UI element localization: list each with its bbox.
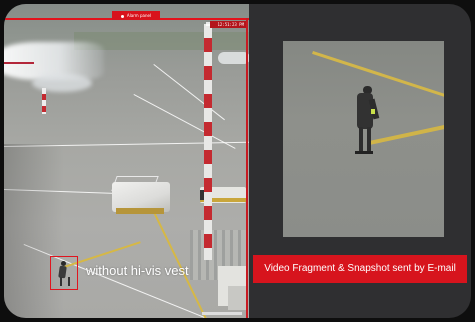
camera-view[interactable]: without hi-vis vest Alarm panel 12:51:23…	[4, 4, 249, 318]
email-notice-banner: Video Fragment & Snapshot sent by E-mail	[253, 255, 467, 283]
timestamp: 12:51:23 PM	[210, 21, 246, 28]
detection-bounding-box[interactable]	[50, 256, 78, 290]
snapshot-person-feet	[355, 151, 373, 154]
detection-label: without hi-vis vest	[86, 263, 189, 278]
taxi-line-yellow	[369, 124, 444, 145]
alarm-panel-label: Alarm panel	[126, 13, 152, 18]
video-analytics-frame: without hi-vis vest Alarm panel 12:51:23…	[4, 4, 471, 318]
airplane-engine	[32, 74, 92, 92]
snapshot-person-badge	[371, 109, 375, 114]
apron-marking	[153, 64, 225, 121]
apron-marking	[133, 94, 236, 149]
snapshot-thumbnail[interactable]	[283, 41, 444, 237]
bottom-marker	[202, 312, 242, 315]
shadow-overlay	[4, 144, 64, 318]
airplane-distant	[218, 52, 249, 64]
alarm-border-right	[246, 18, 248, 318]
baggage-dolly	[228, 286, 246, 310]
alarm-dot-icon	[120, 14, 124, 18]
marker-pole-small	[42, 88, 46, 114]
airplane-stripe	[4, 62, 34, 64]
marker-pole	[204, 24, 212, 260]
snapshot-person-legs	[359, 127, 371, 153]
alarm-panel-tab[interactable]: Alarm panel	[112, 11, 160, 20]
taxi-line-yellow	[312, 51, 444, 101]
stairs-base	[116, 208, 164, 214]
